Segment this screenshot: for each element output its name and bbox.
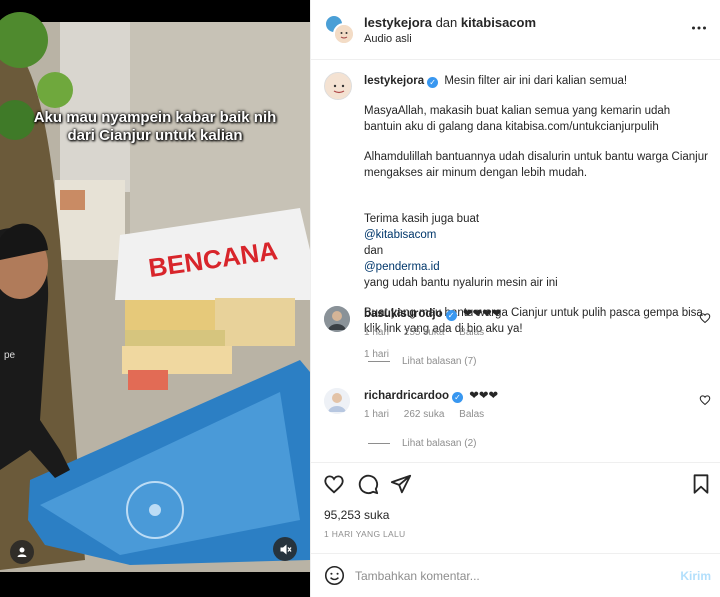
author-connector: dan	[435, 15, 458, 30]
post-actions: 95,253 suka 1 HARI YANG LALU	[311, 462, 720, 544]
verified-icon: ✓	[452, 392, 463, 403]
view-replies-label: Lihat balasan (2)	[402, 438, 477, 449]
mute-icon	[280, 544, 292, 554]
heart-icon	[699, 313, 711, 324]
comment-body: basukisurodjo ✓ ❤❤❤❤	[364, 306, 684, 322]
comment-text: ❤❤❤❤	[462, 308, 502, 320]
caption-username[interactable]: lestykejora	[364, 75, 424, 87]
comment-username[interactable]: basukisurodjo	[364, 308, 443, 320]
post-authors: lestykejora dan kitabisacom	[364, 15, 536, 30]
user-tag-icon	[17, 547, 27, 557]
video-frame: BENCANA pe	[0, 0, 310, 597]
share-icon	[390, 474, 412, 494]
comment-icon	[358, 474, 379, 495]
heart-icon	[699, 395, 711, 406]
comment-input[interactable]	[355, 564, 655, 588]
view-replies-button[interactable]: Lihat balasan (7)	[364, 356, 477, 367]
comment-time[interactable]: 1 hari	[364, 409, 389, 420]
verified-icon: ✓	[445, 310, 457, 321]
comment-text: ❤❤❤	[469, 390, 499, 402]
comment-button[interactable]	[357, 473, 379, 495]
comment-item: richardricardoo ✓ ❤❤❤ 1 hari 262 suka Bal…	[311, 388, 720, 462]
video-player[interactable]: BENCANA pe Aku mau nyampein kabar baik n…	[0, 0, 310, 597]
caption-text: Terima kasih juga buat	[364, 213, 480, 225]
comment-like-button[interactable]	[699, 393, 711, 406]
heart-icon	[324, 475, 344, 494]
save-button[interactable]	[690, 473, 712, 495]
comment-likes[interactable]: 262 suka	[404, 409, 445, 420]
comment-username[interactable]: richardricardoo	[364, 390, 449, 402]
post-date[interactable]: 1 HARI YANG LALU	[324, 529, 406, 539]
video-caption: Aku mau nyampein kabar baik nih dari Cia…	[33, 109, 277, 144]
likes-count[interactable]: 95,253 suka	[324, 508, 389, 522]
collab-avatars[interactable]	[324, 14, 355, 45]
comment-likes[interactable]: 255 suka	[404, 327, 445, 338]
comment-meta: 1 hari 255 suka Balas	[364, 327, 496, 338]
view-replies-button[interactable]: Lihat balasan (2)	[364, 438, 477, 449]
mention-link[interactable]: @penderma.id	[364, 261, 440, 273]
comment-item: basukisurodjo ✓ ❤❤❤❤ 1 hari 255 suka Bala…	[311, 306, 720, 386]
avatar[interactable]	[324, 306, 350, 332]
post-comment-button[interactable]: Kirim	[680, 569, 711, 583]
emoji-icon	[324, 565, 345, 586]
svg-text:pe: pe	[4, 350, 16, 361]
mention-link[interactable]: @kitabisacom	[364, 229, 436, 241]
more-options-button[interactable]	[691, 20, 707, 36]
caption-paragraph: MasyaAllah, makasih buat kalian semua ya…	[364, 105, 671, 133]
user-tag-button[interactable]	[10, 540, 34, 564]
post-header: lestykejora dan kitabisacom Audio asli	[311, 0, 720, 60]
comment-time[interactable]: 1 hari	[364, 327, 389, 338]
avatar[interactable]	[333, 23, 355, 45]
caption-paragraph: Alhamdulillah bantuannya udah disalurin …	[364, 151, 708, 179]
comment-meta: 1 hari 262 suka Balas	[364, 409, 496, 420]
audio-link[interactable]: Audio asli	[364, 33, 412, 45]
verified-icon: ✓	[427, 77, 439, 88]
caption-text: dan	[364, 245, 384, 257]
bookmark-icon	[693, 474, 709, 494]
share-button[interactable]	[390, 473, 412, 495]
comments-section[interactable]: lestykejora ✓ Mesin filter air ini dari k…	[311, 61, 720, 462]
post-panel: lestykejora dan kitabisacom Audio asli l…	[310, 0, 720, 597]
author-link[interactable]: lestykejora	[364, 15, 432, 30]
like-button[interactable]	[323, 473, 345, 495]
add-comment-bar: Kirim	[311, 553, 720, 597]
author-link[interactable]: kitabisacom	[461, 15, 536, 30]
caption-paragraph: Terima kasih juga buat @kitabisacom dan …	[364, 195, 709, 291]
caption-first-line: Mesin filter air ini dari kalian semua!	[444, 75, 628, 87]
reply-button[interactable]: Balas	[459, 327, 484, 338]
view-replies-label: Lihat balasan (7)	[402, 356, 477, 367]
caption-text: yang udah bantu nyalurin mesin air ini	[364, 277, 558, 289]
emoji-button[interactable]	[324, 565, 345, 586]
avatar[interactable]	[324, 72, 352, 100]
avatar[interactable]	[324, 388, 350, 414]
reply-button[interactable]: Balas	[459, 409, 484, 420]
comment-body: richardricardoo ✓ ❤❤❤	[364, 388, 684, 404]
mute-button[interactable]	[273, 537, 297, 561]
comment-like-button[interactable]	[699, 311, 711, 324]
more-icon	[692, 26, 706, 30]
